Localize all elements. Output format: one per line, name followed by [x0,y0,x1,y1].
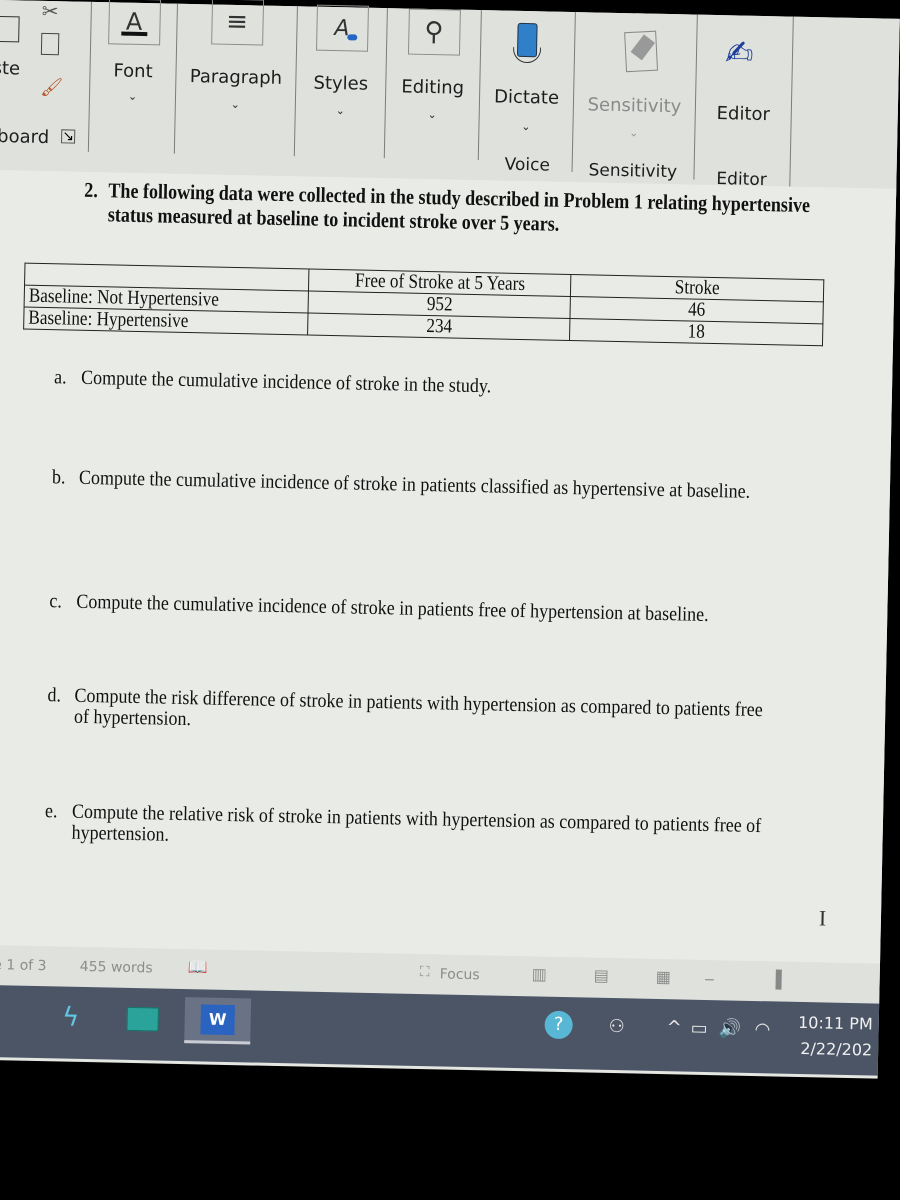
editor-button-label[interactable]: Editor [696,103,791,126]
focus-button[interactable]: Focus [440,966,480,983]
voice-group: Dictate ⌄ Voice [478,10,576,176]
proofing-icon[interactable]: 📖 [188,957,208,976]
chevron-down-icon[interactable]: ⌄ [520,120,532,133]
search-icon[interactable]: ⚲ [407,8,461,56]
question-number: 2. [84,177,99,203]
subquestion-text: Compute the cumulative incidence of stro… [76,590,709,626]
row-label: Baseline: Hypertensive [28,306,189,333]
editor-group: ✍ Editor Editor [694,14,794,190]
battery-icon[interactable]: ▭ [690,1018,707,1039]
chevron-down-icon[interactable]: ⌄ [426,108,438,121]
search-icon-glyph: ⚲ [424,16,444,48]
text-cursor-icon: I [818,905,827,931]
web-layout-icon[interactable]: ▦ [655,967,671,986]
chevron-down-icon[interactable]: ⌄ [334,104,346,117]
paste-icon[interactable] [0,15,20,43]
cell-value: 234 [425,314,452,338]
zoom-out-button[interactable]: − [703,972,715,988]
help-icon[interactable]: ? [544,1010,573,1040]
copy-icon[interactable] [40,32,60,56]
data-table: Free of Stroke at 5 Years Stroke Baselin… [23,263,824,347]
subquestion-text: Compute the risk difference of stroke in… [73,684,763,731]
read-mode-icon[interactable]: ▥ [532,964,548,983]
cut-icon[interactable]: ✂ [42,0,59,23]
power-automate-icon[interactable]: ϟ [46,994,95,1041]
volume-icon[interactable]: 🔊 [718,1018,741,1039]
table-header-text: Free of Stroke at 5 Years [354,269,525,296]
screen: ste ✂ 🖌 board ↘ A Font ⌄ ≡ Paragraph ⌄ A… [0,0,900,1079]
styles-button-label[interactable]: Styles [296,72,385,95]
show-hidden-icons-chevron-up-icon[interactable]: ^ [666,1017,682,1038]
document-page[interactable]: 2. The following data were collected in … [0,169,897,969]
paragraph-button-label[interactable]: Paragraph [176,66,295,89]
font-color-icon[interactable]: A [107,0,161,46]
subquestion-letter: c. [49,590,63,613]
sensitivity-button-label[interactable]: Sensitivity [574,94,695,118]
table-header-text: Stroke [674,276,720,300]
ribbon: ste ✂ 🖌 board ↘ A Font ⌄ ≡ Paragraph ⌄ A… [0,0,900,197]
sensitivity-group-label: Sensitivity [588,160,678,183]
wifi-icon[interactable]: ◠ [754,1019,770,1040]
paragraph-icon[interactable]: ≡ [210,0,264,46]
styles-group[interactable]: A Styles ⌄ [294,4,388,159]
subquestion-letter: a. [53,366,67,389]
zoom-slider[interactable] [775,969,782,990]
subquestion-letter: b. [51,466,66,489]
font-button-label[interactable]: Font [90,60,175,83]
word-count[interactable]: 455 words [80,959,153,977]
subquestion-text: Compute the cumulative incidence of stro… [78,466,751,503]
mail-icon[interactable] [118,996,167,1043]
clock[interactable]: 10:11 PM 2/22/202 [797,1010,873,1064]
people-icon[interactable]: ⚇ [608,1016,625,1037]
paragraph-group[interactable]: ≡ Paragraph ⌄ [174,0,298,157]
paragraph-icon-glyph: ≡ [225,6,249,38]
table-cell: 234 [307,313,570,341]
font-group[interactable]: A Font ⌄ [88,0,178,154]
voice-group-label: Voice [504,154,551,176]
styles-icon[interactable]: A [315,4,369,52]
editing-group[interactable]: ⚲ Editing ⌄ [384,8,482,161]
paste-button-label[interactable]: ste [0,58,20,80]
table-cell: 18 [569,318,823,346]
chevron-down-icon[interactable]: ⌄ [126,90,138,103]
dictate-button-label[interactable]: Dictate [480,86,573,109]
table-cell: Baseline: Hypertensive [23,306,309,336]
focus-icon[interactable]: ⛶ [420,964,430,980]
page-count[interactable]: age 1 of 3 [0,957,47,974]
cell-value: 952 [426,292,453,316]
subquestion-text: Compute the relative risk of stroke in p… [71,800,762,846]
clipboard-group: ste ✂ 🖌 board ↘ [0,0,92,152]
format-painter-icon[interactable]: 🖌 [40,77,63,98]
print-layout-icon[interactable]: ▤ [594,966,610,985]
editor-pen-icon[interactable]: ✍ [725,33,754,74]
dialog-launcher-icon[interactable]: ↘ [61,128,76,145]
clock-date: 2/22/202 [800,1038,873,1060]
dropbox-icon[interactable]: ❖ [0,992,13,1039]
clipboard-group-label: board [0,125,50,149]
cell-value: 18 [687,320,706,343]
sensitivity-group: Sensitivity ⌄ Sensitivity [572,12,698,183]
chevron-down-icon[interactable]: ⌄ [628,126,640,139]
word-icon-label: W [200,1003,236,1035]
chevron-down-icon[interactable]: ⌄ [229,98,241,111]
subquestion-letter: d. [47,684,62,707]
word-icon[interactable]: W [184,997,252,1045]
subquestion-text: Compute the cumulative incidence of stro… [80,366,492,398]
question-text: The following data were collected in the… [107,178,811,236]
sensitivity-icon[interactable] [624,30,659,73]
editing-button-label[interactable]: Editing [386,76,479,99]
clock-time: 10:11 PM [797,1012,873,1034]
subquestion-letter: e. [44,800,58,823]
cell-value: 46 [687,298,706,321]
